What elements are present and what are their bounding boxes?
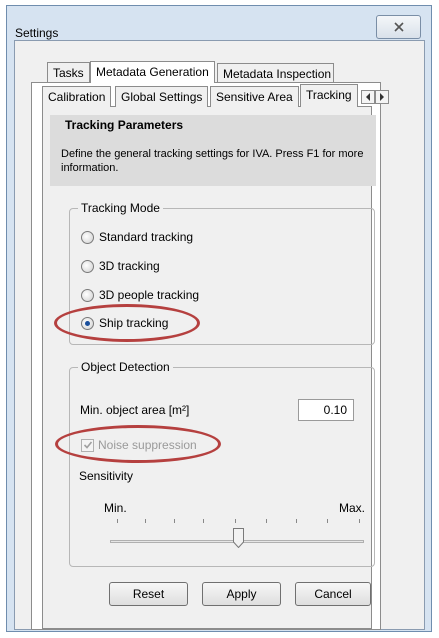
radio-label: 3D tracking <box>99 259 160 273</box>
window-title: Settings <box>15 26 59 40</box>
radio-standard-tracking[interactable]: Standard tracking <box>81 230 193 244</box>
cancel-button[interactable]: Cancel <box>295 582 371 606</box>
close-icon <box>393 22 404 32</box>
tab-scroll-right-button[interactable] <box>375 90 389 104</box>
slider-tick <box>145 519 146 523</box>
tracking-header: Tracking Parameters Define the general t… <box>50 115 376 186</box>
tab-tracking[interactable]: Tracking <box>300 84 358 107</box>
slider-tick <box>235 519 236 523</box>
slider-tick <box>359 519 360 523</box>
group-label-tracking-mode: Tracking Mode <box>78 201 163 215</box>
highlight-ellipse-noise-suppression <box>55 425 221 463</box>
reset-button[interactable]: Reset <box>109 582 188 606</box>
arrow-right-icon <box>380 93 384 101</box>
slider-tick <box>327 519 328 523</box>
slider-min-label: Min. <box>104 501 127 515</box>
slider-tick <box>266 519 267 523</box>
min-area-input[interactable]: 0.10 <box>298 399 354 421</box>
tab-metadata-inspection[interactable]: Metadata Inspection <box>217 63 334 84</box>
radio-button[interactable] <box>81 259 94 273</box>
object-detection-group: Object Detection <box>69 360 375 567</box>
tab-global-settings[interactable]: Global Settings <box>115 86 209 107</box>
slider-max-label: Max. <box>339 501 366 515</box>
tab-sensitive-area[interactable]: Sensitive Area <box>210 86 299 107</box>
slider-tick <box>296 519 297 523</box>
tab-calibration[interactable]: Calibration <box>42 86 112 107</box>
tab-tasks[interactable]: Tasks <box>47 62 90 83</box>
page-title: Tracking Parameters <box>65 118 184 132</box>
header-description: Define the general tracking settings for… <box>61 148 364 174</box>
highlight-ellipse-ship-tracking <box>54 304 200 342</box>
slider-tick <box>117 519 118 523</box>
radio-3d-tracking[interactable]: 3D tracking <box>81 259 160 273</box>
apply-button[interactable]: Apply <box>202 582 281 606</box>
group-label-object-detection: Object Detection <box>78 360 173 374</box>
radio-label: Standard tracking <box>99 230 194 244</box>
radio-button[interactable] <box>81 288 94 302</box>
tab-scroll-left-button[interactable] <box>361 90 375 104</box>
radio-button[interactable] <box>81 230 94 244</box>
sensitivity-label: Sensitivity <box>79 469 134 483</box>
slider-tick <box>203 519 204 523</box>
arrow-left-icon <box>366 93 370 101</box>
min-area-label: Min. object area [m²] <box>80 403 190 417</box>
sensitivity-slider-thumb[interactable] <box>233 528 244 548</box>
tab-metadata-generation[interactable]: Metadata Generation <box>90 61 215 83</box>
radio-label: 3D people tracking <box>99 288 200 302</box>
close-button[interactable] <box>376 15 421 39</box>
slider-tick <box>174 519 175 523</box>
radio-3d-people-tracking[interactable]: 3D people tracking <box>81 288 199 302</box>
